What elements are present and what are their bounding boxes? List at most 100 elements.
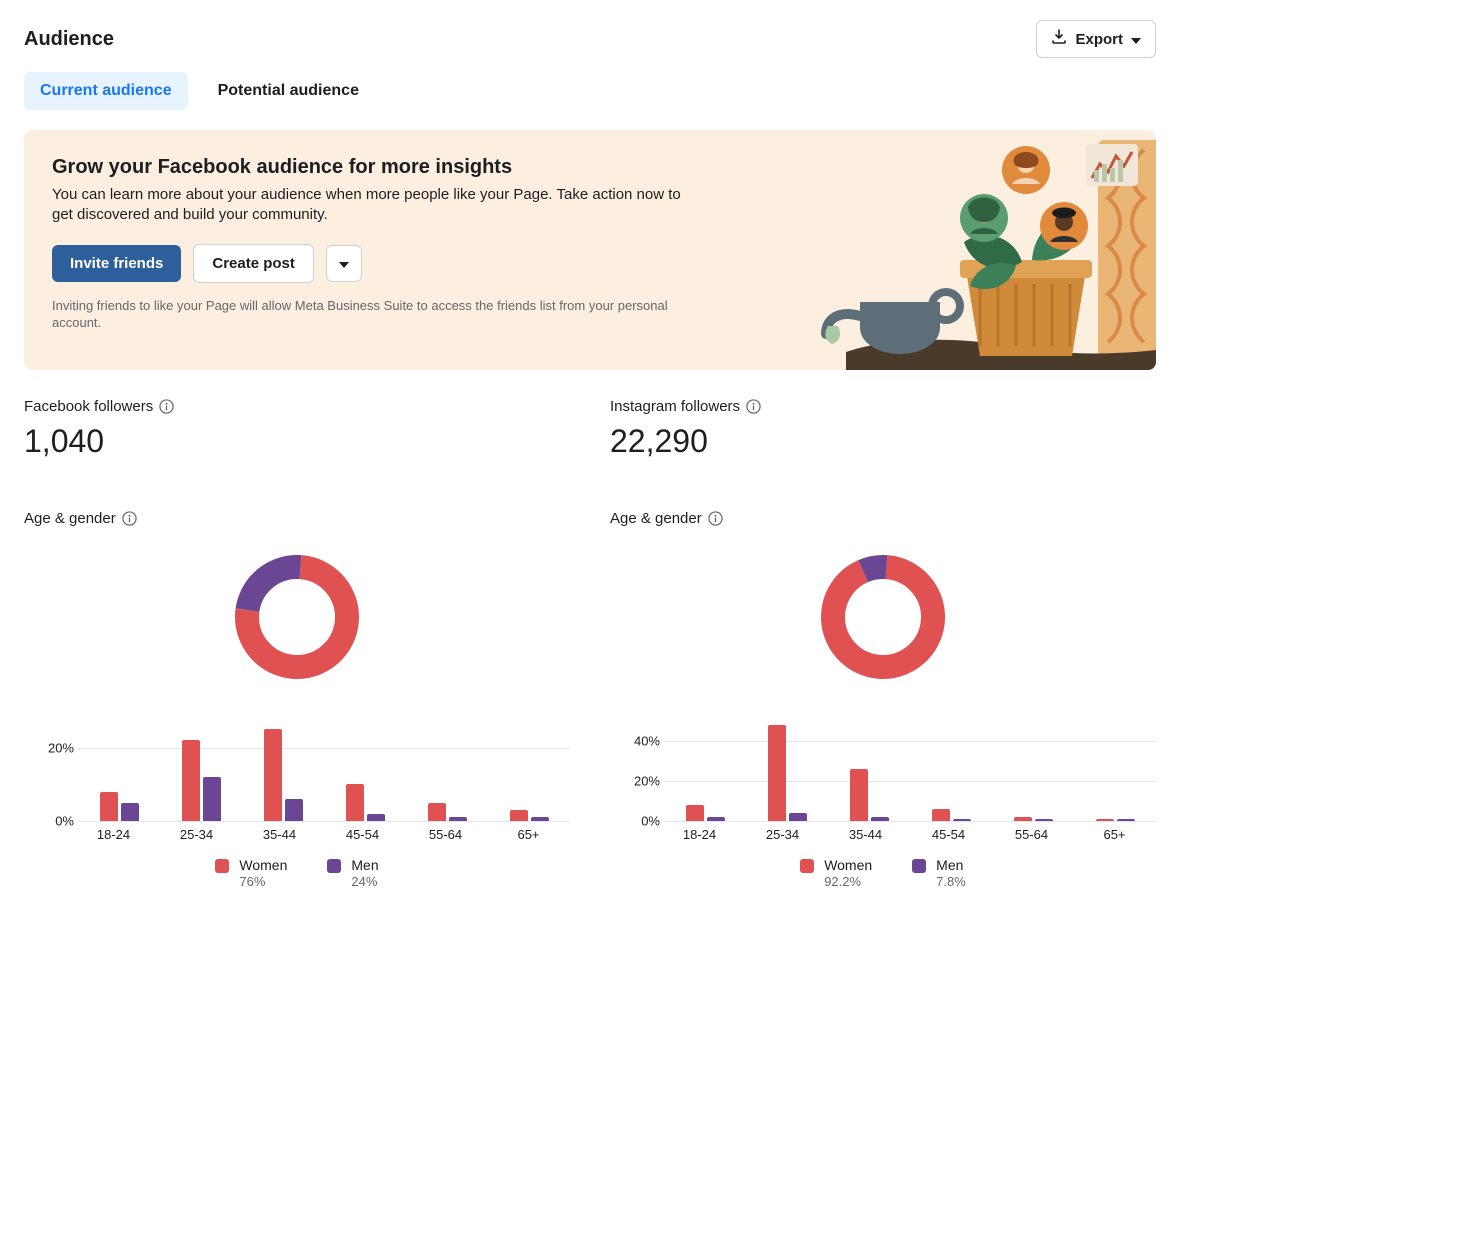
legend-men: Men 24%: [327, 856, 378, 891]
tab-potential-audience[interactable]: Potential audience: [202, 72, 375, 110]
men-bar: [707, 817, 725, 821]
swatch-icon: [800, 859, 814, 873]
men-bar: [531, 817, 549, 821]
info-icon[interactable]: [746, 399, 761, 414]
x-label: 55-64: [990, 827, 1073, 842]
export-label: Export: [1075, 31, 1123, 48]
bar-group: [78, 792, 160, 821]
instagram-followers-label: Instagram followers: [610, 398, 740, 415]
x-label: 55-64: [404, 827, 487, 842]
men-bar: [789, 813, 807, 821]
x-label: 35-44: [238, 827, 321, 842]
men-bar: [367, 814, 385, 821]
bar-group: [828, 769, 910, 821]
bar-group: [746, 725, 828, 821]
legend-percent: 76%: [239, 874, 287, 891]
men-bar: [1035, 819, 1053, 821]
download-icon: [1051, 29, 1067, 49]
legend-percent: 24%: [351, 874, 378, 891]
women-bar: [428, 803, 446, 821]
tabs: Current audience Potential audience: [24, 72, 1156, 110]
donut-chart: [24, 547, 570, 687]
tab-current-audience[interactable]: Current audience: [24, 72, 188, 110]
bar-group: [910, 809, 992, 821]
bar-group: [242, 729, 324, 821]
legend-label: Women: [824, 856, 872, 874]
info-icon[interactable]: [708, 511, 723, 526]
x-label: 65+: [487, 827, 570, 842]
chart-legend: Women 92.2% Men 7.8%: [610, 856, 1156, 891]
legend-men: Men 7.8%: [912, 856, 966, 891]
x-label: 65+: [1073, 827, 1156, 842]
legend-women: Women 92.2%: [800, 856, 872, 891]
bar-group: [1074, 819, 1156, 821]
banner-illustration: [816, 130, 1156, 370]
y-tick: 0%: [55, 814, 74, 829]
legend-label: Men: [936, 856, 966, 874]
y-tick: 20%: [48, 740, 74, 755]
instagram-followers-value: 22,290: [610, 423, 1156, 460]
chart-legend: Women 76% Men 24%: [24, 856, 570, 891]
facebook-followers-label: Facebook followers: [24, 398, 153, 415]
more-actions-button[interactable]: [326, 245, 362, 282]
women-bar: [264, 729, 282, 821]
bar-group: [324, 784, 406, 821]
bar-group: [488, 810, 570, 821]
facebook-followers-value: 1,040: [24, 423, 570, 460]
info-icon[interactable]: [122, 511, 137, 526]
men-bar: [449, 817, 467, 821]
grow-audience-banner: Grow your Facebook audience for more ins…: [24, 130, 1156, 370]
donut-chart: [610, 547, 1156, 687]
banner-description: You can learn more about your audience w…: [52, 185, 692, 226]
x-label: 45-54: [907, 827, 990, 842]
men-bar: [121, 803, 139, 821]
swatch-icon: [912, 859, 926, 873]
x-label: 45-54: [321, 827, 404, 842]
bar-chart: 20%0%: [30, 711, 570, 821]
caret-down-icon: [339, 256, 349, 271]
men-bar: [953, 819, 971, 821]
men-bar: [203, 777, 221, 821]
x-label: 35-44: [824, 827, 907, 842]
swatch-icon: [327, 859, 341, 873]
invite-friends-button[interactable]: Invite friends: [52, 245, 181, 282]
bar-group: [664, 805, 746, 821]
y-tick: 0%: [641, 814, 660, 829]
export-button[interactable]: Export: [1036, 20, 1156, 58]
men-bar: [285, 799, 303, 821]
bar-group: [992, 817, 1074, 821]
women-bar: [1096, 819, 1114, 821]
legend-label: Women: [239, 856, 287, 874]
women-bar: [686, 805, 704, 821]
bar-group: [406, 803, 488, 821]
swatch-icon: [215, 859, 229, 873]
banner-note: Inviting friends to like your Page will …: [52, 297, 692, 332]
men-bar: [871, 817, 889, 821]
bar-chart: 40%20%0%: [616, 711, 1156, 821]
women-bar: [182, 740, 200, 821]
info-icon[interactable]: [159, 399, 174, 414]
y-tick: 40%: [634, 734, 660, 749]
women-bar: [346, 784, 364, 821]
legend-women: Women 76%: [215, 856, 287, 891]
bar-group: [160, 740, 242, 821]
women-bar: [100, 792, 118, 821]
women-bar: [850, 769, 868, 821]
women-bar: [768, 725, 786, 821]
legend-percent: 7.8%: [936, 874, 966, 891]
women-bar: [510, 810, 528, 821]
chart-title: Age & gender: [24, 510, 116, 527]
chart-title: Age & gender: [610, 510, 702, 527]
y-tick: 20%: [634, 774, 660, 789]
x-label: 25-34: [155, 827, 238, 842]
x-label: 18-24: [72, 827, 155, 842]
x-label: 25-34: [741, 827, 824, 842]
create-post-button[interactable]: Create post: [193, 244, 314, 283]
women-bar: [932, 809, 950, 821]
x-label: 18-24: [658, 827, 741, 842]
legend-percent: 92.2%: [824, 874, 872, 891]
page-title: Audience: [24, 28, 114, 51]
caret-down-icon: [1131, 31, 1141, 48]
men-bar: [1117, 819, 1135, 821]
legend-label: Men: [351, 856, 378, 874]
